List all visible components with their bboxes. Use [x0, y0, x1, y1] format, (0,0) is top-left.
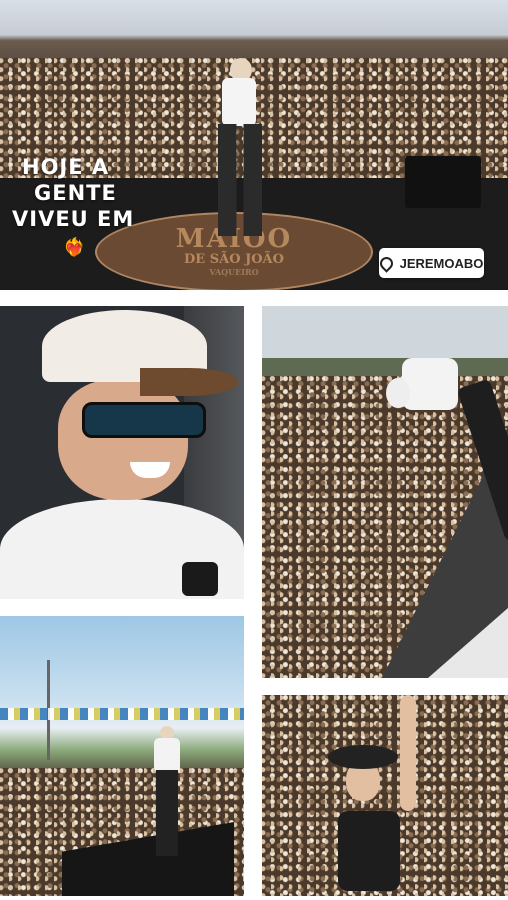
crowd-stage-photo — [262, 306, 508, 678]
fire-heart-icon: ❤️‍🔥 — [63, 237, 86, 257]
performer-arms-raised — [152, 726, 182, 856]
stage-logo-line2: DE SÃO JOÃO — [184, 252, 284, 267]
location-sticker[interactable]: JEREMOABO — [376, 248, 484, 278]
hero-title-line-3: VIVEU EM — [12, 207, 135, 231]
portrait-watch — [182, 562, 218, 596]
fan-in-crowd-photo — [262, 695, 508, 896]
outdoor-stage-photo — [0, 616, 244, 896]
portrait-face — [58, 380, 188, 500]
fan-raised-arm — [400, 695, 416, 811]
bunting-flags — [0, 708, 244, 720]
hero-title-line-2: GENTE — [34, 181, 117, 205]
fan-top — [338, 811, 400, 891]
performer-shirt — [154, 738, 180, 772]
hero-title-line-1: HOJE A — [22, 155, 110, 179]
portrait-cap-brim — [140, 368, 238, 396]
performer — [210, 58, 270, 238]
hero-photo: MAIOO DE SÃO JOÃO VAQUEIRO HOJE A GENTE … — [0, 0, 508, 290]
portrait-sunglasses — [82, 402, 206, 438]
location-pin-icon — [376, 253, 396, 273]
performer-legs — [218, 124, 262, 236]
fan-cowboy-hat — [328, 745, 398, 769]
portrait-photo — [0, 306, 244, 599]
stage-logo-line3: VAQUEIRO — [209, 267, 259, 277]
performer-leg — [456, 378, 508, 542]
performer-on-stage — [386, 348, 508, 542]
location-label: JEREMOABO — [399, 255, 484, 271]
stage-speaker — [405, 156, 481, 208]
performer-shirt — [222, 78, 256, 126]
performer-cap — [386, 378, 410, 408]
performer-shirt — [402, 358, 458, 410]
performer-legs — [156, 770, 178, 856]
fan-with-hat — [328, 695, 428, 896]
hero-title: HOJE A GENTE VIVEU EM — [12, 154, 134, 232]
